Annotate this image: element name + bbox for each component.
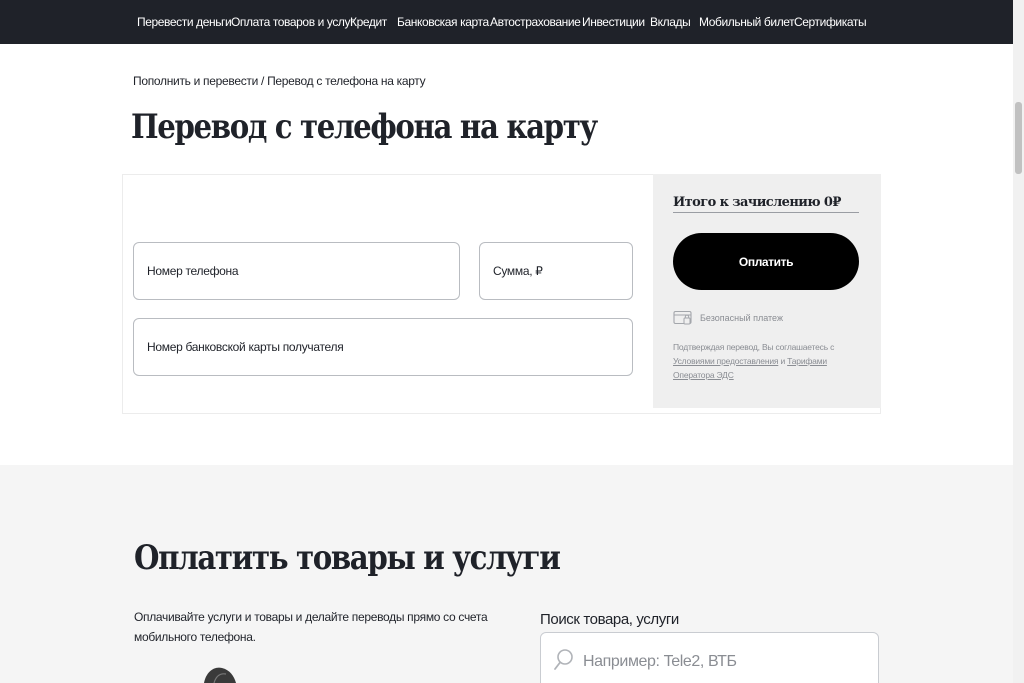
breadcrumb-separator: /	[258, 74, 268, 88]
pay-button[interactable]: Оплатить	[673, 233, 859, 290]
search-placeholder: Например: Tele2, ВТБ	[583, 653, 737, 670]
phone-number-input[interactable]: Номер телефона	[133, 242, 460, 300]
nav-item-auto-insurance[interactable]: Автострахование	[490, 15, 581, 29]
recipient-card-number-input[interactable]: Номер банковской карты получателя	[133, 318, 633, 376]
hand-illustration	[200, 664, 240, 683]
total-credit-amount: Итого к зачислению 0₽	[673, 195, 841, 210]
breadcrumb: Пополнить и перевести / Перевод с телефо…	[133, 74, 426, 88]
search-input[interactable]: Например: Tele2, ВТБ	[540, 632, 879, 683]
search-icon	[553, 648, 575, 677]
vertical-scrollbar[interactable]	[1013, 0, 1024, 683]
nav-item-deposits[interactable]: Вклады	[650, 15, 691, 29]
payment-summary-panel: Итого к зачислению 0₽ Оплатить Безопасны…	[653, 174, 881, 408]
legal-middle: и	[778, 356, 788, 366]
secure-card-icon	[673, 310, 693, 326]
nav-item-mobile-ticket[interactable]: Мобильный билет	[699, 15, 795, 29]
recipient-card-number-placeholder: Номер банковской карты получателя	[147, 340, 344, 354]
total-divider	[673, 212, 859, 213]
breadcrumb-current: Перевод с телефона на карту	[267, 74, 426, 88]
search-label: Поиск товара, услуги	[540, 611, 679, 628]
nav-item-certificates[interactable]: Сертификаты	[794, 15, 867, 29]
scrollbar-thumb[interactable]	[1015, 102, 1022, 174]
phone-number-placeholder: Номер телефона	[147, 264, 239, 278]
secure-payment-label: Безопасный платеж	[700, 313, 783, 323]
nav-item-investments[interactable]: Инвестиции	[582, 15, 645, 29]
legal-terms-text: Подтверждая перевод, Вы соглашаетесь с У…	[673, 340, 863, 382]
amount-placeholder: Сумма, ₽	[493, 264, 543, 278]
breadcrumb-parent-link[interactable]: Пополнить и перевести	[133, 74, 258, 88]
page-title: Перевод с телефона на карту	[131, 107, 598, 147]
section-title: Оплатить товары и услуги	[134, 538, 561, 578]
amount-input[interactable]: Сумма, ₽	[479, 242, 633, 300]
nav-item-bank-card[interactable]: Банковская карта	[397, 15, 489, 29]
nav-item-transfer-money[interactable]: Перевести деньги	[137, 15, 232, 29]
secure-payment-note: Безопасный платеж	[673, 310, 783, 326]
nav-item-pay-goods-services[interactable]: Оплата товаров и услуг	[231, 15, 355, 29]
section-description: Оплачивайте услуги и товары и делайте пе…	[134, 610, 488, 644]
terms-of-service-link[interactable]: Условиями предоставления	[673, 356, 778, 366]
legal-prefix: Подтверждая перевод, Вы соглашаетесь с	[673, 342, 835, 352]
nav-item-credit[interactable]: Кредит	[350, 15, 387, 29]
top-navigation: Перевести деньги Оплата товаров и услуг …	[0, 0, 1013, 44]
